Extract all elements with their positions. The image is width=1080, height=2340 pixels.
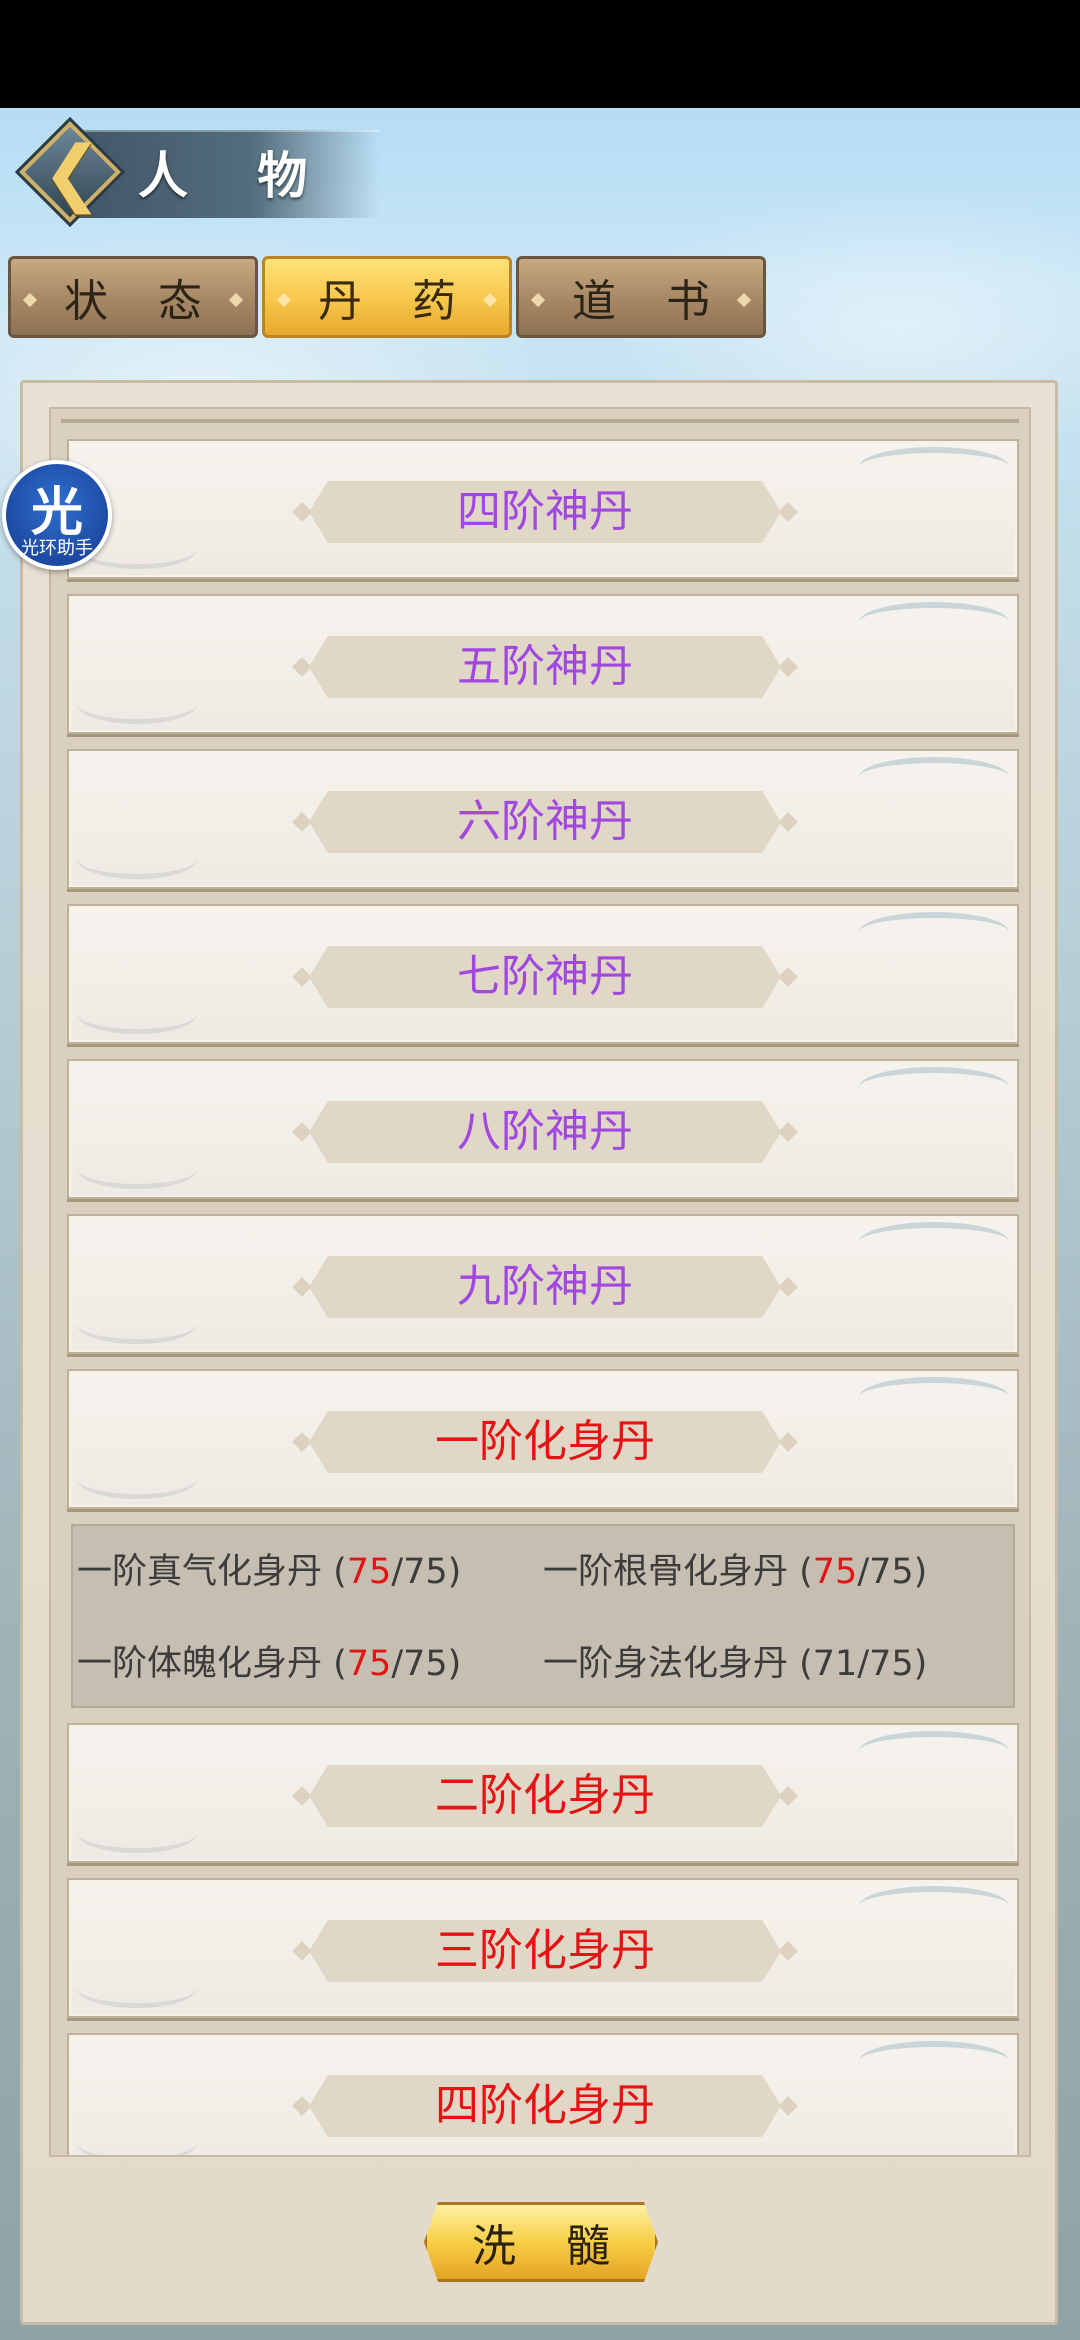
pill-category-label: 四阶化身丹: [435, 2080, 655, 2131]
cloud-decoration: [77, 994, 197, 1034]
pill-category-label: 二阶化身丹: [435, 1770, 655, 1821]
pill-list-viewport[interactable]: 四阶神丹 五阶神丹 六阶神丹 七阶神丹 八阶神丹 九阶神丹 一阶化身丹 一阶真气…: [49, 407, 1031, 2157]
cloud-decoration: [77, 1813, 197, 1853]
pill-detail-entry: 一阶体魄化身丹 (75/75): [77, 1644, 462, 1684]
pill-category-label: 六阶神丹: [457, 796, 633, 847]
tab-status-label: 状 态: [64, 276, 220, 327]
tab-books-label: 道 书: [572, 276, 728, 327]
ribbon-ornament: [778, 2096, 798, 2116]
cloud-decoration: [77, 839, 197, 879]
pill-category-label: 四阶神丹: [457, 486, 633, 537]
cloud-decoration: [77, 1968, 197, 2008]
pill-panel: 四阶神丹 五阶神丹 六阶神丹 七阶神丹 八阶神丹 九阶神丹 一阶化身丹 一阶真气…: [20, 380, 1058, 2325]
tab-bar: 状 态 丹 药 道 书: [8, 256, 1008, 338]
cloud-decoration: [77, 1459, 197, 1499]
pill-category-item[interactable]: 四阶神丹: [67, 439, 1019, 579]
cloud-decoration: [859, 602, 1009, 642]
pill-category-item[interactable]: 三阶化身丹: [67, 1878, 1019, 2018]
pill-category-item[interactable]: 二阶化身丹: [67, 1723, 1019, 1863]
pill-category-item-expanded[interactable]: 一阶化身丹: [67, 1369, 1019, 1509]
pill-detail-entry: 一阶根骨化身丹 (75/75): [543, 1552, 928, 1592]
tab-status[interactable]: 状 态: [8, 256, 258, 338]
ribbon-ornament: [778, 657, 798, 677]
pill-category-item[interactable]: 八阶神丹: [67, 1059, 1019, 1199]
pill-category-item[interactable]: 五阶神丹: [67, 594, 1019, 734]
cloud-decoration: [859, 912, 1009, 952]
page-title: 人 物: [138, 146, 334, 205]
pill-list: 四阶神丹 五阶神丹 六阶神丹 七阶神丹 八阶神丹 九阶神丹 一阶化身丹 一阶真气…: [67, 439, 1019, 2155]
pill-category-label: 七阶神丹: [457, 951, 633, 1002]
pill-category-label: 一阶化身丹: [435, 1416, 655, 1467]
chevron-left-icon: ❮: [42, 130, 103, 214]
pill-category-item[interactable]: 四阶化身丹: [67, 2033, 1019, 2155]
helper-badge-label: 光环助手: [21, 538, 93, 559]
cloud-decoration: [859, 1222, 1009, 1262]
cloud-decoration: [77, 1304, 197, 1344]
ribbon-ornament: [778, 1277, 798, 1297]
pill-category-label: 八阶神丹: [457, 1106, 633, 1157]
cloud-decoration: [859, 447, 1009, 487]
cloud-decoration: [859, 2041, 1009, 2081]
cloud-decoration: [77, 1149, 197, 1189]
pill-detail-entry: 一阶身法化身丹 (71/75): [543, 1644, 928, 1684]
pill-detail-panel: 一阶真气化身丹 (75/75) 一阶根骨化身丹 (75/75) 一阶体魄化身丹 …: [71, 1524, 1015, 1708]
pill-category-label: 五阶神丹: [457, 641, 633, 692]
divider: [61, 419, 1019, 423]
tab-pills[interactable]: 丹 药: [262, 256, 512, 338]
cloud-decoration: [77, 2123, 197, 2155]
cloud-decoration: [859, 1067, 1009, 1107]
header: ❮ 人 物: [0, 108, 1080, 248]
ribbon-ornament: [778, 1941, 798, 1961]
back-button[interactable]: ❮: [14, 116, 126, 228]
cloud-decoration: [859, 1886, 1009, 1926]
tab-books[interactable]: 道 书: [516, 256, 766, 338]
cloud-decoration: [77, 684, 197, 724]
ribbon-ornament: [778, 502, 798, 522]
pill-category-item[interactable]: 九阶神丹: [67, 1214, 1019, 1354]
pill-category-label: 九阶神丹: [457, 1261, 633, 1312]
status-bar: [0, 0, 1080, 108]
ribbon-ornament: [778, 967, 798, 987]
pill-category-label: 三阶化身丹: [435, 1925, 655, 1976]
ribbon-ornament: [778, 1432, 798, 1452]
ribbon-ornament: [778, 1122, 798, 1142]
ribbon-ornament: [778, 1786, 798, 1806]
tab-pills-label: 丹 药: [318, 276, 474, 327]
pill-category-item[interactable]: 六阶神丹: [67, 749, 1019, 889]
cloud-decoration: [859, 1731, 1009, 1771]
pill-detail-entry: 一阶真气化身丹 (75/75): [77, 1552, 462, 1592]
wash-marrow-button[interactable]: 洗 髓: [424, 2202, 658, 2282]
cloud-decoration: [859, 1377, 1009, 1417]
helper-assistant-badge[interactable]: 光 光环助手: [2, 460, 112, 570]
ribbon-ornament: [778, 812, 798, 832]
pill-category-item[interactable]: 七阶神丹: [67, 904, 1019, 1044]
cloud-decoration: [859, 757, 1009, 797]
